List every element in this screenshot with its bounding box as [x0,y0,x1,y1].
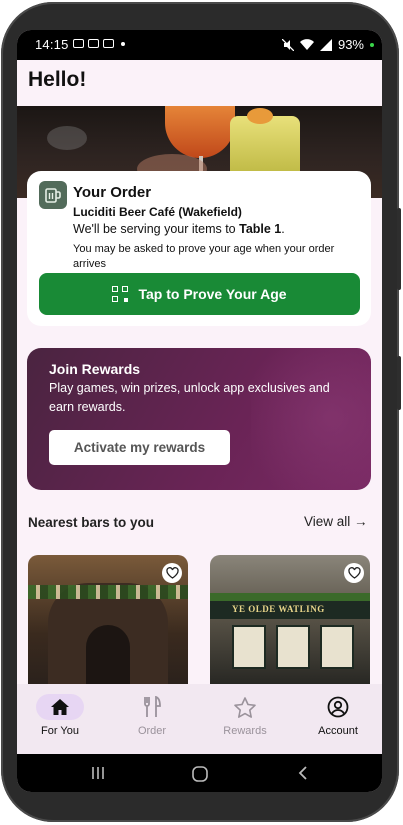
bar-card[interactable] [28,555,188,687]
bar-card[interactable]: YE OLDE WATLING [210,555,370,687]
age-note: You may be asked to prove your age when … [73,243,335,270]
heart-icon[interactable] [344,563,364,583]
bar-sign-text: YE OLDE WATLING [232,604,325,614]
rewards-subtitle: Play games, win prizes, unlock app exclu… [49,381,330,414]
order-title: Your Order [73,184,152,201]
hero-cocktail-glass [165,106,235,158]
status-time: 14:15 [35,37,69,52]
activate-rewards-button[interactable]: Activate my rewards [49,430,230,465]
account-icon [314,694,362,720]
notification-icons [73,39,125,48]
nav-label: Order [137,725,167,737]
status-bar: 14:15 93% [17,30,382,60]
qr-code-icon [112,286,129,302]
fork-knife-icon [128,694,176,720]
bar-flowers [28,585,188,599]
battery-percentage: 93% [337,37,364,52]
view-all-link[interactable]: View all → [304,514,368,529]
battery-icon [370,42,374,47]
bottom-nav: For You Order Rewards Account [17,684,382,754]
wifi-icon [299,38,314,50]
bar-window [276,625,310,669]
signal-icon [319,38,332,51]
image-notification-icon [73,39,84,48]
more-notifications-icon [121,41,125,46]
hero-garnish [247,108,273,124]
venue-name: Luciditi Beer Café (Wakefield) [73,205,242,219]
beer-mug-icon [39,181,67,209]
nearest-bars-heading: Nearest bars to you [28,515,155,530]
nav-label: Rewards [223,725,267,737]
hero-bokeh [47,126,87,150]
page-title: Hello! [28,68,87,91]
nav-label: For You [41,725,79,737]
serving-suffix: . [281,222,285,236]
nav-order[interactable]: Order [112,694,192,737]
bar-door [86,625,130,687]
star-icon [221,694,269,720]
prove-age-button[interactable]: Tap to Prove Your Age [39,273,360,315]
home-icon [36,694,84,720]
nav-for-you[interactable]: For You [20,694,100,737]
recent-apps-icon[interactable] [91,766,105,780]
serving-prefix: We'll be serving your items to [73,222,240,236]
mute-icon [281,38,294,51]
volume-button [397,208,401,290]
table-number: Table 1 [239,222,282,236]
status-right: 93% [281,37,374,52]
prove-age-label: Tap to Prove Your Age [138,286,287,302]
nav-account[interactable]: Account [298,694,378,737]
nav-rewards[interactable]: Rewards [205,694,285,737]
heart-icon[interactable] [162,563,182,583]
card-notification-icon [88,39,99,48]
bar-window [232,625,266,669]
back-icon[interactable] [298,766,308,780]
card-notification-icon [103,39,114,48]
serving-text: We'll be serving your items to Table 1. [73,222,285,236]
rewards-card: Join Rewards Play games, win prizes, unl… [27,348,371,490]
home-button-icon[interactable] [192,766,208,782]
system-nav-bar [17,754,382,792]
nav-label: Account [318,725,358,737]
rewards-title: Join Rewards [49,361,141,377]
order-card: Your Order Luciditi Beer Café (Wakefield… [27,171,371,326]
screen: 14:15 93% Hello! Your Order Luciditi Bee [17,30,382,792]
power-button [397,356,401,410]
bar-window [320,625,354,669]
